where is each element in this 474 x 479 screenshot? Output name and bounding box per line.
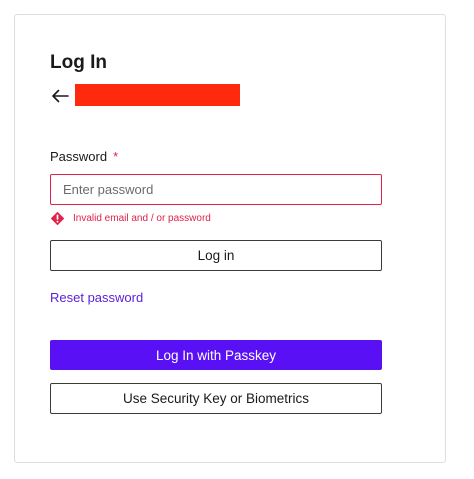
identity-row (50, 84, 250, 108)
error-message: Invalid email and / or password (50, 211, 211, 225)
security-key-button[interactable]: Use Security Key or Biometrics (50, 383, 382, 414)
back-button[interactable] (50, 86, 70, 106)
passkey-login-button[interactable]: Log In with Passkey (50, 340, 382, 370)
page-title: Log In (50, 52, 107, 73)
password-label-text: Password (50, 149, 108, 164)
required-marker: * (113, 149, 119, 164)
password-input[interactable] (50, 174, 382, 205)
login-button[interactable]: Log in (50, 240, 382, 271)
arrow-left-icon (52, 89, 69, 103)
reset-password-link[interactable]: Reset password (50, 290, 143, 305)
error-text: Invalid email and / or password (73, 212, 211, 224)
password-label: Password * (50, 149, 118, 164)
warning-diamond-icon (50, 211, 65, 225)
redacted-username (75, 84, 240, 106)
